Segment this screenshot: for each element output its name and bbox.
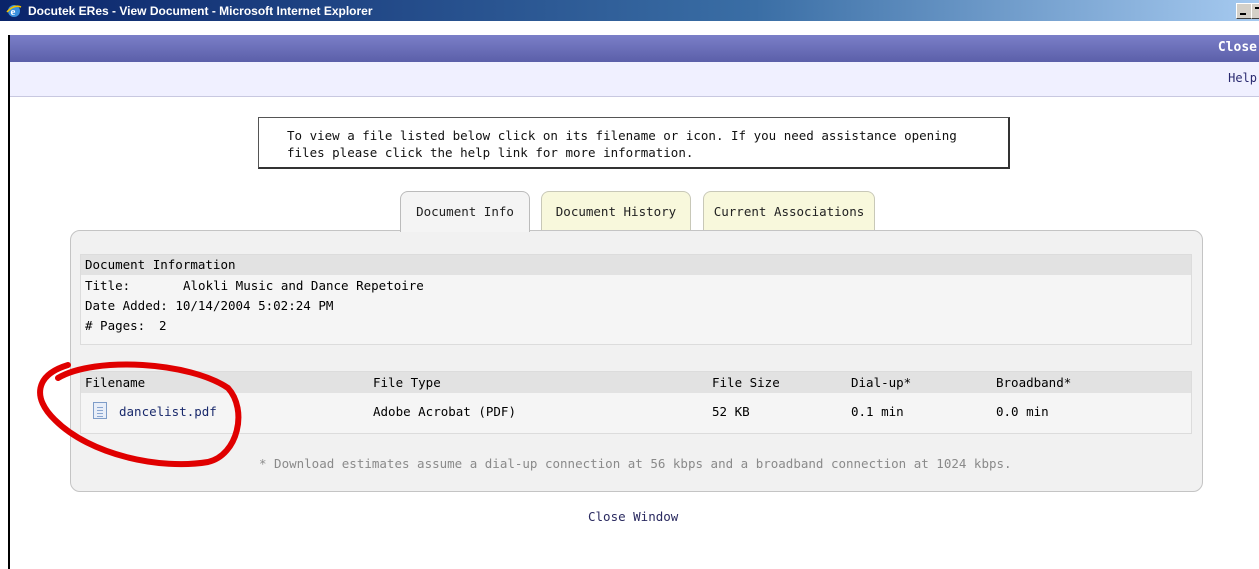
file-type: Adobe Acrobat (PDF): [373, 404, 516, 419]
ie-icon: e: [6, 5, 22, 18]
info-value: 2: [159, 318, 167, 333]
document-info-section: Document Information Title: Alokli Music …: [80, 254, 1192, 345]
help-bar: Help: [10, 62, 1259, 97]
files-table-header: Filename File Type File Size Dial-up* Br…: [81, 372, 1191, 393]
tab-document-info[interactable]: Document Info: [400, 191, 530, 232]
instructions-text: To view a file listed below click on its…: [287, 128, 957, 160]
column-header: File Type: [373, 375, 441, 390]
document-info-header: Document Information: [81, 255, 1191, 275]
close-window-link[interactable]: Close Window: [588, 509, 678, 524]
restore-icon: [1255, 7, 1259, 9]
info-label: Date Added:: [85, 298, 168, 313]
column-header: Broadband*: [996, 375, 1072, 390]
files-table: Filename File Type File Size Dial-up* Br…: [80, 371, 1192, 434]
column-header: Filename: [85, 375, 146, 390]
tab-current-associations[interactable]: Current Associations: [703, 191, 875, 230]
info-value: 10/14/2004 5:02:24 PM: [175, 298, 334, 313]
pdf-file-icon[interactable]: [93, 402, 107, 419]
info-label: Title:: [85, 278, 131, 293]
file-size: 52 KB: [712, 404, 750, 419]
download-footnote: * Download estimates assume a dial-up co…: [259, 456, 1012, 471]
column-header: Dial-up*: [851, 375, 912, 390]
broadband-estimate: 0.0 min: [996, 404, 1049, 419]
filename-link[interactable]: dancelist.pdf: [119, 401, 217, 422]
info-row-pages: # Pages: 2: [85, 316, 167, 336]
instructions-box: To view a file listed below click on its…: [258, 117, 1010, 169]
minimize-icon: [1240, 13, 1246, 15]
window-titlebar: e Docutek ERes - View Document - Microso…: [0, 0, 1259, 21]
tab-document-history[interactable]: Document History: [541, 191, 691, 230]
window-title: Docutek ERes - View Document - Microsoft…: [28, 4, 373, 18]
document-panel: Document Information Title: Alokli Music …: [70, 230, 1203, 492]
close-bar: Close: [10, 35, 1259, 62]
info-value: Alokli Music and Dance Repetoire: [183, 278, 424, 293]
info-row-title: Title: Alokli Music and Dance Repetoire: [85, 276, 424, 296]
column-header: File Size: [712, 375, 780, 390]
minimize-button[interactable]: [1236, 3, 1252, 19]
help-link[interactable]: Help: [1228, 71, 1257, 85]
info-row-date: Date Added: 10/14/2004 5:02:24 PM: [85, 296, 333, 316]
restore-button[interactable]: [1251, 3, 1259, 19]
dialup-estimate: 0.1 min: [851, 404, 904, 419]
window-edge: [8, 35, 10, 569]
info-label: # Pages:: [85, 318, 146, 333]
close-link[interactable]: Close: [1218, 40, 1257, 55]
